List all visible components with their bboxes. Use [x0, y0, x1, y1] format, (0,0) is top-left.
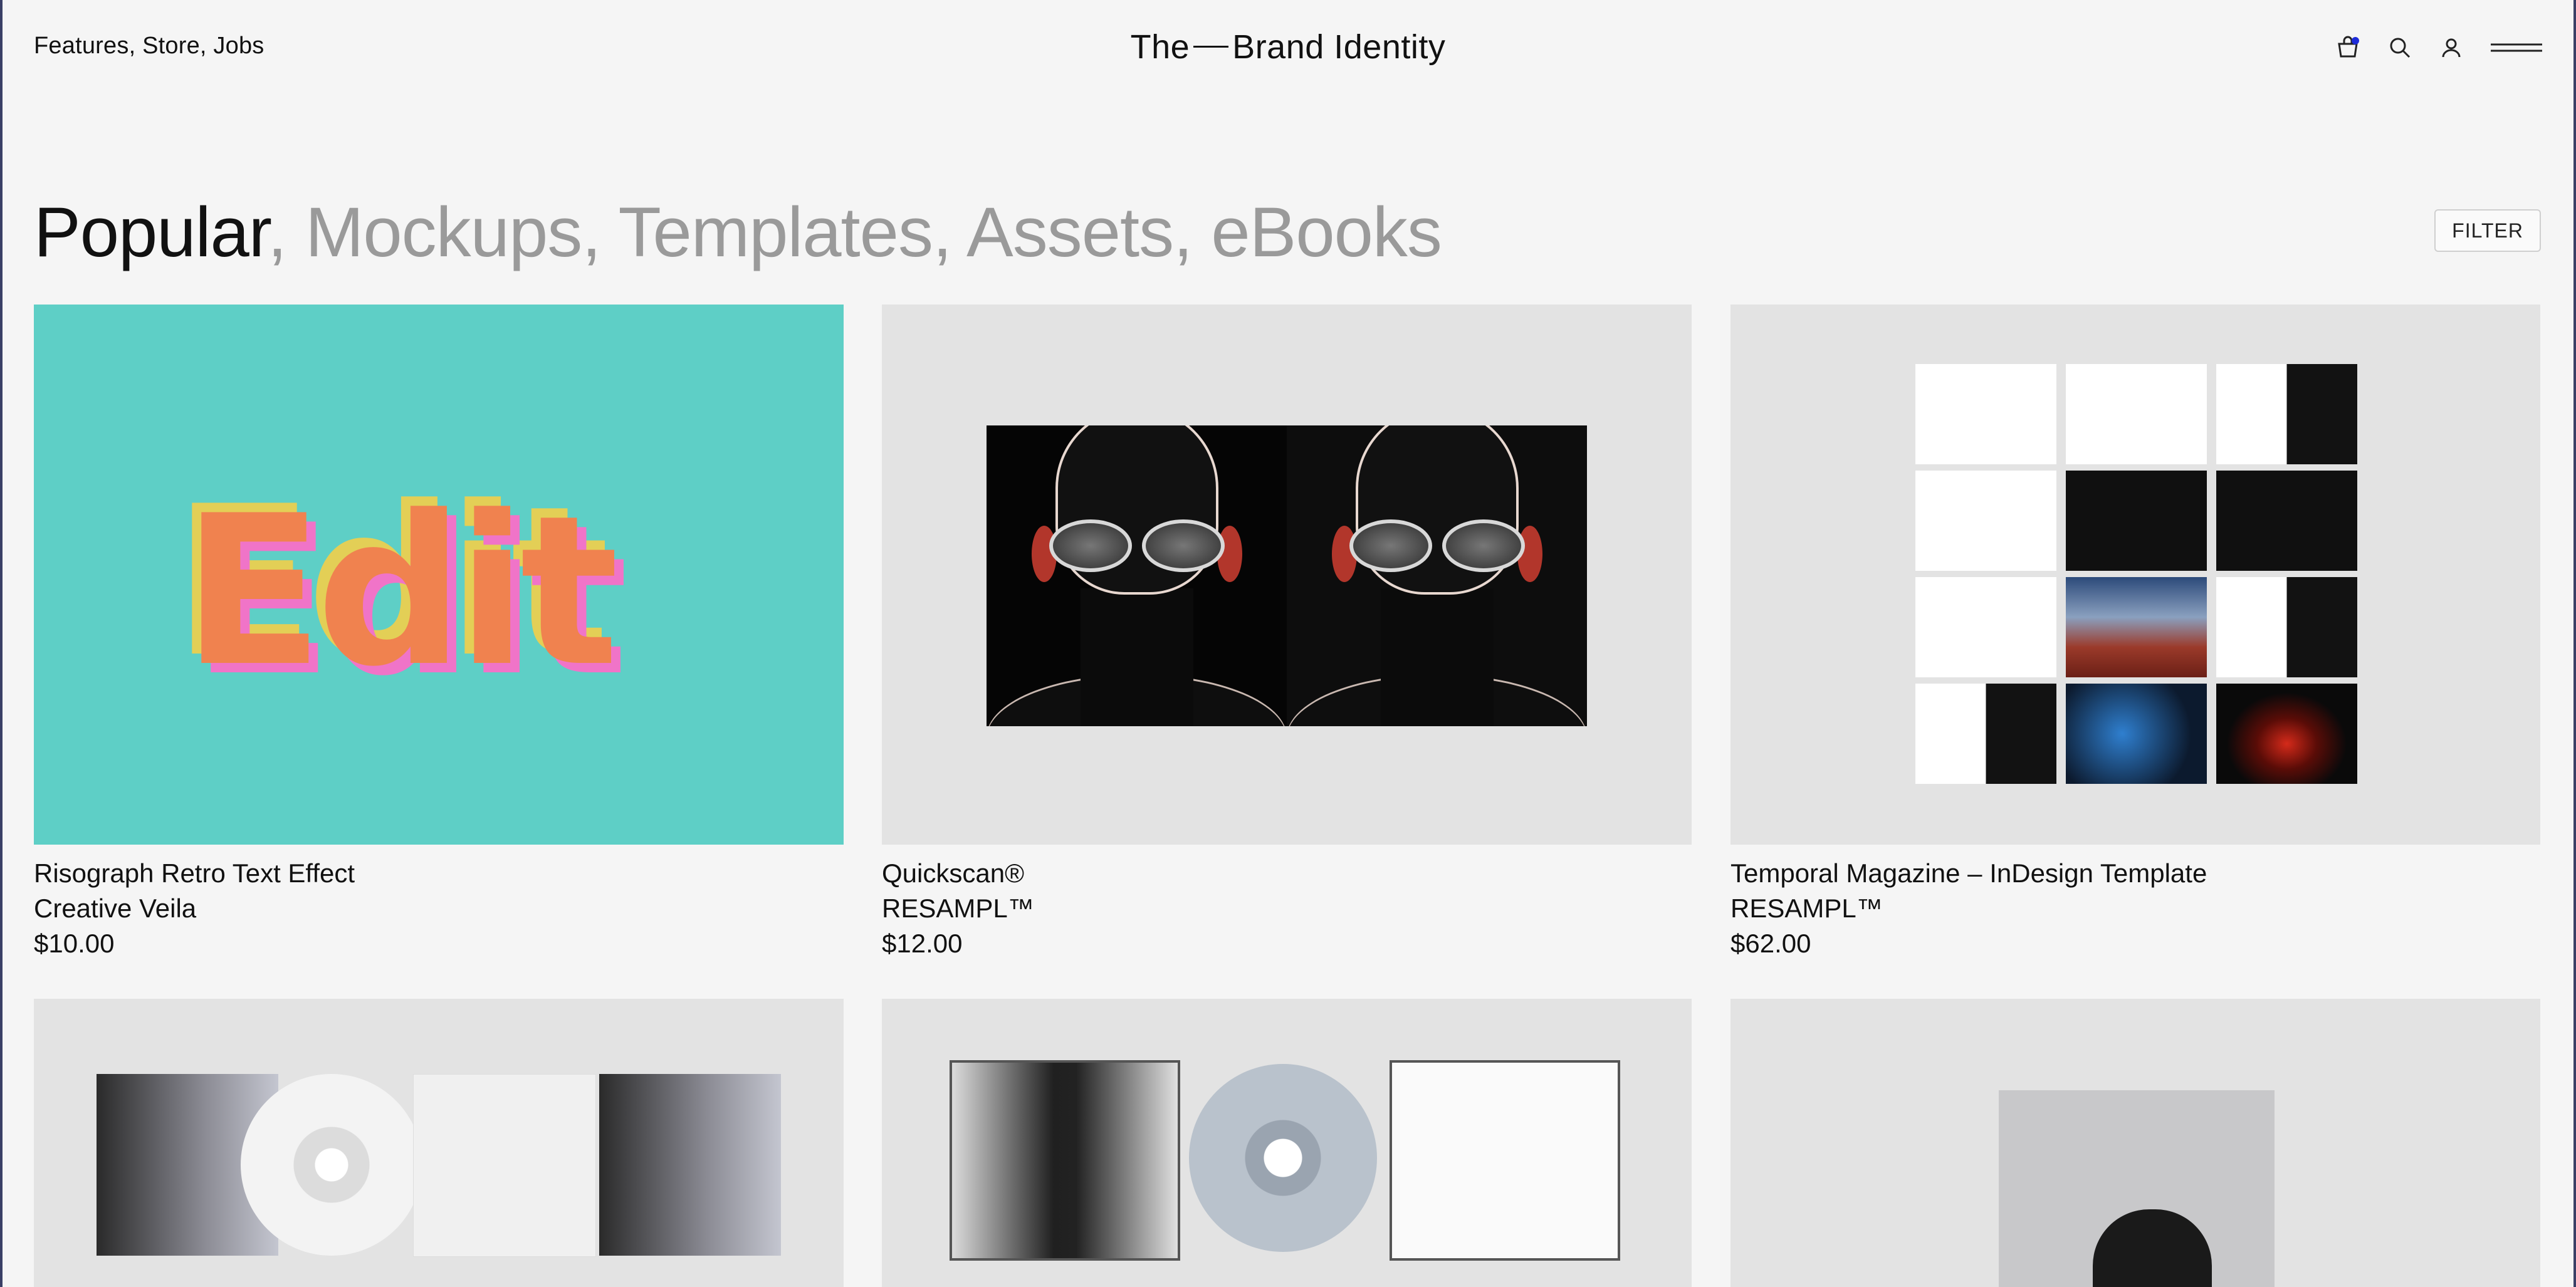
product-thumbnail[interactable]: Edit Edit Edit [34, 305, 844, 845]
product-thumbnail[interactable] [1730, 999, 2540, 1287]
product-price: $10.00 [34, 929, 115, 958]
filter-button[interactable]: FILTER [2434, 209, 2541, 252]
product-card[interactable]: Temporal Magazine – InDesign Template RE… [1730, 305, 2540, 961]
product-price: $12.00 [882, 929, 963, 958]
cd-back [1390, 1060, 1620, 1261]
category-separator: , [267, 193, 306, 271]
vinyl-back [413, 1074, 596, 1257]
account-icon[interactable] [2439, 36, 2463, 60]
search-icon[interactable] [2388, 36, 2412, 60]
tab-mockups[interactable]: Mockups [305, 193, 582, 271]
product-thumbnail[interactable] [882, 305, 1692, 845]
brand-dash [1193, 46, 1229, 48]
product-thumbnail[interactable] [882, 999, 1692, 1287]
category-tabs: Popular, Mockups, Templates, Assets, eBo… [34, 192, 1442, 273]
product-thumbnail[interactable] [34, 999, 844, 1287]
cd-front [950, 1060, 1180, 1261]
tab-popular[interactable]: Popular [34, 193, 268, 271]
product-price: $62.00 [1730, 929, 1811, 958]
book-cover [1999, 1090, 2275, 1287]
cd-disc [1189, 1064, 1377, 1252]
vinyl-sleeve [599, 1074, 781, 1256]
product-title[interactable]: Temporal Magazine – InDesign Template [1730, 856, 2540, 891]
window-edge-right [2573, 0, 2576, 1287]
product-vendor[interactable]: Creative Veila [34, 891, 844, 926]
product-card[interactable] [1730, 999, 2540, 1287]
portrait-left [987, 425, 1287, 726]
product-card[interactable] [882, 999, 1692, 1287]
header-icons [2335, 35, 2542, 60]
menu-icon[interactable] [2491, 40, 2542, 55]
tab-ebooks[interactable]: eBooks [1211, 193, 1442, 271]
brand-name: Brand Identity [1232, 28, 1446, 66]
tab-assets[interactable]: Assets [966, 193, 1174, 271]
cart-badge [2352, 37, 2359, 44]
riso-layer-orange: Edit [182, 471, 619, 712]
product-vendor[interactable]: RESAMPL™ [1730, 891, 2540, 926]
product-card[interactable]: Edit Edit Edit Risograph Retro Text Effe… [34, 305, 844, 961]
product-title[interactable]: Risograph Retro Text Effect [34, 856, 844, 891]
brand-logo[interactable]: The Brand Identity [0, 28, 2576, 66]
product-card[interactable] [34, 999, 844, 1287]
product-vendor[interactable]: RESAMPL™ [882, 891, 1692, 926]
quickscan-preview [987, 425, 1587, 726]
product-thumbnail[interactable] [1730, 305, 2540, 845]
window-edge-left [0, 0, 3, 1287]
category-separator: , [932, 193, 966, 271]
tab-templates[interactable]: Templates [618, 193, 933, 271]
category-separator: , [1173, 193, 1212, 271]
vinyl-disc [241, 1074, 422, 1256]
portrait-right [1287, 425, 1587, 726]
magazine-spreads [1915, 364, 2357, 784]
brand-the: The [1130, 28, 1190, 66]
product-title[interactable]: Quickscan® [882, 856, 1692, 891]
product-card[interactable]: Quickscan® RESAMPL™ $12.00 [882, 305, 1692, 961]
cart-icon[interactable] [2335, 35, 2360, 60]
category-separator: , [582, 193, 619, 271]
